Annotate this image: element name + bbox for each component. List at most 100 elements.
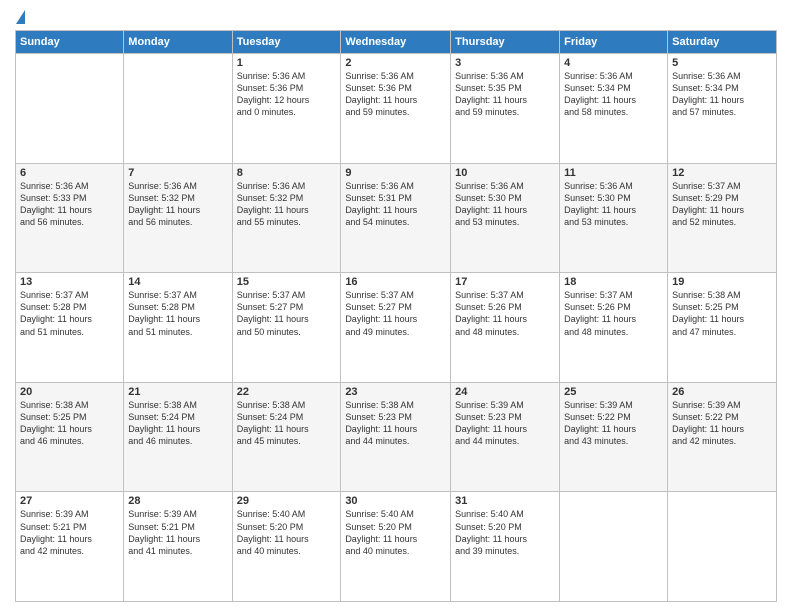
day-number: 8 bbox=[237, 167, 337, 179]
calendar-cell: 8Sunrise: 5:36 AM Sunset: 5:32 PM Daylig… bbox=[232, 163, 341, 273]
calendar-week-row: 27Sunrise: 5:39 AM Sunset: 5:21 PM Dayli… bbox=[16, 492, 777, 602]
calendar-cell: 22Sunrise: 5:38 AM Sunset: 5:24 PM Dayli… bbox=[232, 382, 341, 492]
calendar-day-header: Saturday bbox=[668, 31, 777, 54]
calendar-cell: 9Sunrise: 5:36 AM Sunset: 5:31 PM Daylig… bbox=[341, 163, 451, 273]
cell-info: Sunrise: 5:36 AM Sunset: 5:32 PM Dayligh… bbox=[237, 180, 337, 229]
calendar-cell: 18Sunrise: 5:37 AM Sunset: 5:26 PM Dayli… bbox=[560, 273, 668, 383]
cell-info: Sunrise: 5:36 AM Sunset: 5:31 PM Dayligh… bbox=[345, 180, 446, 229]
cell-info: Sunrise: 5:36 AM Sunset: 5:30 PM Dayligh… bbox=[455, 180, 555, 229]
cell-info: Sunrise: 5:37 AM Sunset: 5:27 PM Dayligh… bbox=[237, 289, 337, 338]
calendar-cell: 31Sunrise: 5:40 AM Sunset: 5:20 PM Dayli… bbox=[451, 492, 560, 602]
cell-info: Sunrise: 5:39 AM Sunset: 5:23 PM Dayligh… bbox=[455, 399, 555, 448]
calendar-cell: 17Sunrise: 5:37 AM Sunset: 5:26 PM Dayli… bbox=[451, 273, 560, 383]
calendar-cell bbox=[16, 54, 124, 164]
logo-arrow-icon bbox=[16, 10, 25, 24]
calendar-week-row: 20Sunrise: 5:38 AM Sunset: 5:25 PM Dayli… bbox=[16, 382, 777, 492]
calendar-cell: 16Sunrise: 5:37 AM Sunset: 5:27 PM Dayli… bbox=[341, 273, 451, 383]
cell-info: Sunrise: 5:38 AM Sunset: 5:25 PM Dayligh… bbox=[672, 289, 772, 338]
day-number: 13 bbox=[20, 276, 119, 288]
calendar-cell: 5Sunrise: 5:36 AM Sunset: 5:34 PM Daylig… bbox=[668, 54, 777, 164]
calendar-cell: 15Sunrise: 5:37 AM Sunset: 5:27 PM Dayli… bbox=[232, 273, 341, 383]
day-number: 14 bbox=[128, 276, 227, 288]
calendar-day-header: Monday bbox=[124, 31, 232, 54]
calendar-table: SundayMondayTuesdayWednesdayThursdayFrid… bbox=[15, 30, 777, 602]
calendar-cell: 28Sunrise: 5:39 AM Sunset: 5:21 PM Dayli… bbox=[124, 492, 232, 602]
cell-info: Sunrise: 5:38 AM Sunset: 5:25 PM Dayligh… bbox=[20, 399, 119, 448]
cell-info: Sunrise: 5:39 AM Sunset: 5:21 PM Dayligh… bbox=[20, 508, 119, 557]
calendar-cell: 30Sunrise: 5:40 AM Sunset: 5:20 PM Dayli… bbox=[341, 492, 451, 602]
cell-info: Sunrise: 5:36 AM Sunset: 5:33 PM Dayligh… bbox=[20, 180, 119, 229]
cell-info: Sunrise: 5:40 AM Sunset: 5:20 PM Dayligh… bbox=[237, 508, 337, 557]
day-number: 6 bbox=[20, 167, 119, 179]
calendar-cell: 14Sunrise: 5:37 AM Sunset: 5:28 PM Dayli… bbox=[124, 273, 232, 383]
day-number: 27 bbox=[20, 495, 119, 507]
day-number: 4 bbox=[564, 57, 663, 69]
cell-info: Sunrise: 5:40 AM Sunset: 5:20 PM Dayligh… bbox=[345, 508, 446, 557]
calendar-cell: 13Sunrise: 5:37 AM Sunset: 5:28 PM Dayli… bbox=[16, 273, 124, 383]
cell-info: Sunrise: 5:37 AM Sunset: 5:28 PM Dayligh… bbox=[128, 289, 227, 338]
day-number: 28 bbox=[128, 495, 227, 507]
day-number: 25 bbox=[564, 386, 663, 398]
cell-info: Sunrise: 5:38 AM Sunset: 5:24 PM Dayligh… bbox=[237, 399, 337, 448]
day-number: 23 bbox=[345, 386, 446, 398]
day-number: 29 bbox=[237, 495, 337, 507]
calendar-cell: 10Sunrise: 5:36 AM Sunset: 5:30 PM Dayli… bbox=[451, 163, 560, 273]
day-number: 26 bbox=[672, 386, 772, 398]
calendar-day-header: Thursday bbox=[451, 31, 560, 54]
calendar-week-row: 13Sunrise: 5:37 AM Sunset: 5:28 PM Dayli… bbox=[16, 273, 777, 383]
calendar-cell: 19Sunrise: 5:38 AM Sunset: 5:25 PM Dayli… bbox=[668, 273, 777, 383]
day-number: 17 bbox=[455, 276, 555, 288]
cell-info: Sunrise: 5:37 AM Sunset: 5:26 PM Dayligh… bbox=[455, 289, 555, 338]
day-number: 3 bbox=[455, 57, 555, 69]
day-number: 9 bbox=[345, 167, 446, 179]
cell-info: Sunrise: 5:36 AM Sunset: 5:36 PM Dayligh… bbox=[345, 70, 446, 119]
calendar-cell bbox=[124, 54, 232, 164]
day-number: 16 bbox=[345, 276, 446, 288]
calendar-day-header: Wednesday bbox=[341, 31, 451, 54]
calendar-week-row: 6Sunrise: 5:36 AM Sunset: 5:33 PM Daylig… bbox=[16, 163, 777, 273]
calendar-cell bbox=[560, 492, 668, 602]
day-number: 2 bbox=[345, 57, 446, 69]
day-number: 30 bbox=[345, 495, 446, 507]
calendar-cell: 6Sunrise: 5:36 AM Sunset: 5:33 PM Daylig… bbox=[16, 163, 124, 273]
calendar-cell: 3Sunrise: 5:36 AM Sunset: 5:35 PM Daylig… bbox=[451, 54, 560, 164]
cell-info: Sunrise: 5:36 AM Sunset: 5:32 PM Dayligh… bbox=[128, 180, 227, 229]
day-number: 22 bbox=[237, 386, 337, 398]
calendar-cell: 29Sunrise: 5:40 AM Sunset: 5:20 PM Dayli… bbox=[232, 492, 341, 602]
calendar-day-header: Tuesday bbox=[232, 31, 341, 54]
cell-info: Sunrise: 5:39 AM Sunset: 5:22 PM Dayligh… bbox=[564, 399, 663, 448]
day-number: 11 bbox=[564, 167, 663, 179]
day-number: 31 bbox=[455, 495, 555, 507]
calendar-cell: 20Sunrise: 5:38 AM Sunset: 5:25 PM Dayli… bbox=[16, 382, 124, 492]
cell-info: Sunrise: 5:36 AM Sunset: 5:34 PM Dayligh… bbox=[564, 70, 663, 119]
day-number: 10 bbox=[455, 167, 555, 179]
calendar-cell: 24Sunrise: 5:39 AM Sunset: 5:23 PM Dayli… bbox=[451, 382, 560, 492]
cell-info: Sunrise: 5:36 AM Sunset: 5:30 PM Dayligh… bbox=[564, 180, 663, 229]
day-number: 7 bbox=[128, 167, 227, 179]
cell-info: Sunrise: 5:38 AM Sunset: 5:24 PM Dayligh… bbox=[128, 399, 227, 448]
calendar-week-row: 1Sunrise: 5:36 AM Sunset: 5:36 PM Daylig… bbox=[16, 54, 777, 164]
calendar-header-row: SundayMondayTuesdayWednesdayThursdayFrid… bbox=[16, 31, 777, 54]
calendar-cell: 25Sunrise: 5:39 AM Sunset: 5:22 PM Dayli… bbox=[560, 382, 668, 492]
day-number: 15 bbox=[237, 276, 337, 288]
logo-line1 bbox=[15, 10, 25, 22]
calendar-cell: 7Sunrise: 5:36 AM Sunset: 5:32 PM Daylig… bbox=[124, 163, 232, 273]
calendar-cell bbox=[668, 492, 777, 602]
cell-info: Sunrise: 5:40 AM Sunset: 5:20 PM Dayligh… bbox=[455, 508, 555, 557]
calendar-day-header: Friday bbox=[560, 31, 668, 54]
cell-info: Sunrise: 5:39 AM Sunset: 5:21 PM Dayligh… bbox=[128, 508, 227, 557]
day-number: 21 bbox=[128, 386, 227, 398]
cell-info: Sunrise: 5:39 AM Sunset: 5:22 PM Dayligh… bbox=[672, 399, 772, 448]
calendar-cell: 4Sunrise: 5:36 AM Sunset: 5:34 PM Daylig… bbox=[560, 54, 668, 164]
cell-info: Sunrise: 5:36 AM Sunset: 5:34 PM Dayligh… bbox=[672, 70, 772, 119]
cell-info: Sunrise: 5:37 AM Sunset: 5:27 PM Dayligh… bbox=[345, 289, 446, 338]
day-number: 19 bbox=[672, 276, 772, 288]
cell-info: Sunrise: 5:36 AM Sunset: 5:35 PM Dayligh… bbox=[455, 70, 555, 119]
cell-info: Sunrise: 5:37 AM Sunset: 5:29 PM Dayligh… bbox=[672, 180, 772, 229]
page: SundayMondayTuesdayWednesdayThursdayFrid… bbox=[0, 0, 792, 612]
calendar-cell: 1Sunrise: 5:36 AM Sunset: 5:36 PM Daylig… bbox=[232, 54, 341, 164]
cell-info: Sunrise: 5:37 AM Sunset: 5:28 PM Dayligh… bbox=[20, 289, 119, 338]
calendar-cell: 26Sunrise: 5:39 AM Sunset: 5:22 PM Dayli… bbox=[668, 382, 777, 492]
cell-info: Sunrise: 5:38 AM Sunset: 5:23 PM Dayligh… bbox=[345, 399, 446, 448]
calendar-cell: 11Sunrise: 5:36 AM Sunset: 5:30 PM Dayli… bbox=[560, 163, 668, 273]
